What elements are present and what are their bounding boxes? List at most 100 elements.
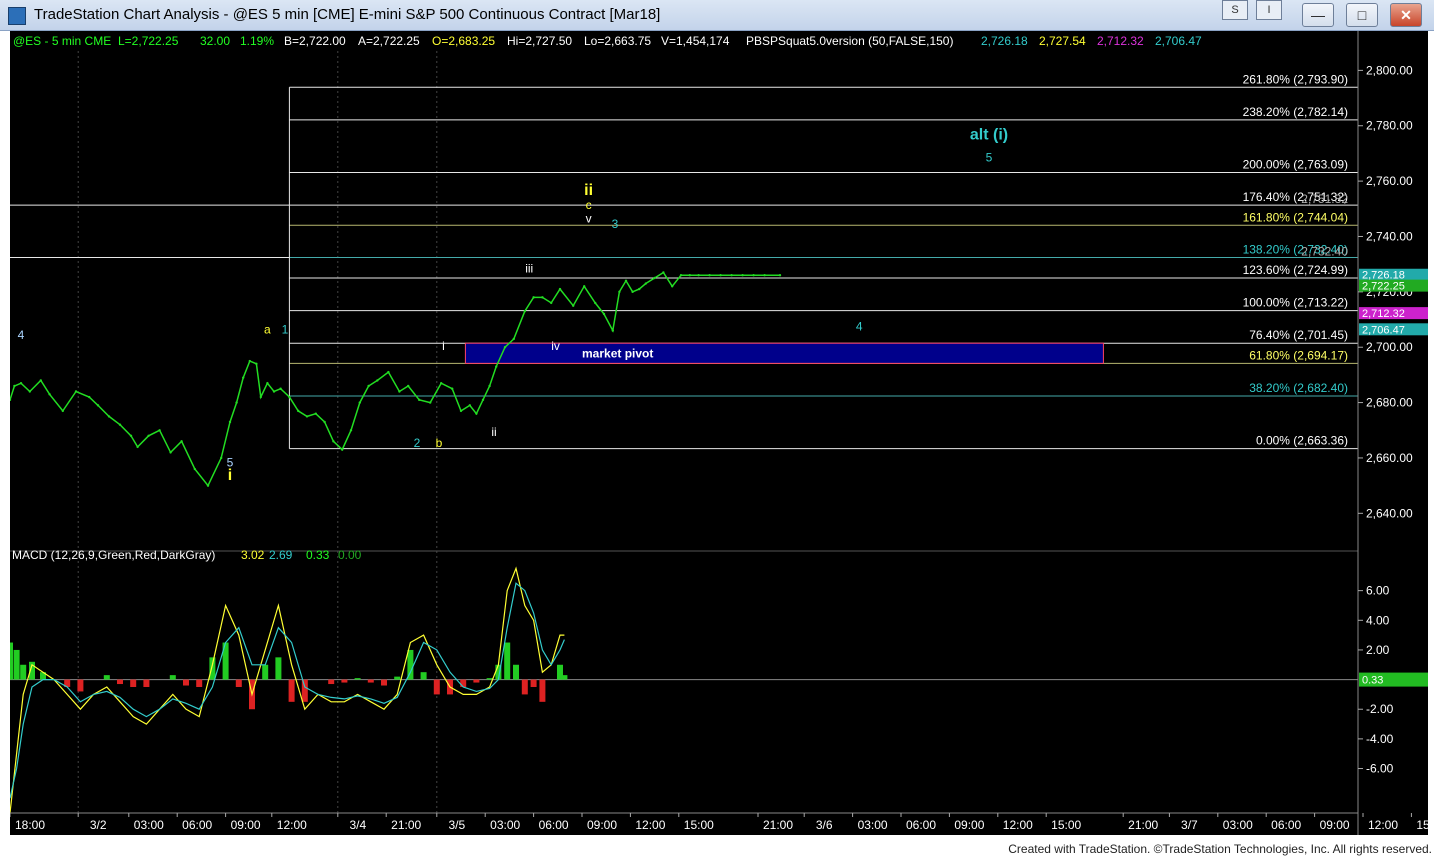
x-tick-label: 3/4	[349, 818, 366, 832]
macd-pane	[7, 550, 1358, 814]
price-point	[193, 467, 196, 471]
wave-label-15: 4	[856, 320, 863, 334]
x-tick-label: 3/5	[448, 818, 465, 832]
price-point	[468, 404, 471, 407]
price-point	[688, 274, 691, 277]
macd-value-1: 3.02	[241, 548, 265, 562]
price-point	[638, 287, 641, 291]
macd-value-3: 0.33	[306, 548, 330, 562]
macd-histogram-bar	[341, 679, 348, 683]
x-tick-label: 03:00	[134, 818, 164, 832]
info-menu-button[interactable]: I	[1256, 0, 1282, 20]
price-point	[248, 359, 251, 363]
macd-value-2: 2.69	[269, 548, 293, 562]
wave-label-9: iii	[525, 261, 533, 275]
price-point	[618, 290, 621, 294]
header-ask: A=2,722.25	[358, 34, 420, 48]
macd-histogram-bar	[504, 642, 511, 680]
price-y-tick-label: 2,700.00	[1366, 340, 1413, 354]
price-point	[752, 274, 755, 277]
price-point	[418, 398, 421, 402]
macd-histogram-bar	[460, 679, 467, 687]
macd-histogram-bar	[169, 675, 176, 680]
header-low: Lo=2,663.75	[584, 34, 651, 48]
wave-label-14: 3	[612, 217, 619, 231]
price-point	[376, 379, 379, 382]
fib-label-9: 61.80% (2,694.17)	[1249, 348, 1348, 362]
macd-histogram-bar	[209, 657, 216, 680]
price-point	[475, 412, 478, 415]
wave-label-16: alt (i)	[970, 127, 1008, 144]
macd-histogram-bar	[561, 675, 568, 680]
fib-label-6: 123.60% (2,724.99)	[1243, 263, 1348, 277]
price-y-tick-label: 2,680.00	[1366, 396, 1413, 410]
wave-label-5: i	[442, 339, 445, 353]
macd-y-tick-label: 2.00	[1366, 643, 1390, 657]
price-point	[147, 434, 150, 438]
header-last: L=2,722.25	[118, 34, 179, 48]
price-point	[730, 274, 733, 277]
close-button[interactable]: ✕	[1390, 3, 1422, 27]
price-point	[305, 415, 309, 418]
x-tick-label: 06:00	[182, 818, 212, 832]
price-point	[279, 387, 282, 390]
minimize-button[interactable]: —	[1302, 3, 1334, 27]
macd-histogram-bar	[7, 642, 13, 680]
style-menu-button[interactable]: S	[1222, 0, 1248, 20]
price-point	[495, 365, 498, 368]
market-pivot-box	[464, 342, 1104, 364]
maximize-button[interactable]: □	[1346, 3, 1378, 27]
wave-label-4: 1	[282, 322, 289, 336]
macd-histogram-bar	[20, 664, 27, 680]
header-ind-value-2: 2,727.54	[1039, 34, 1086, 48]
price-point	[644, 282, 647, 285]
price-point	[398, 390, 401, 393]
price-pane: 261.80% (2,793.90) 238.20% (2,782.14) 200.…	[8, 51, 1358, 813]
price-point	[662, 271, 665, 274]
price-point	[266, 382, 269, 385]
header-symbol: @ES - 5 min CME	[13, 34, 111, 48]
price-point	[679, 274, 683, 277]
price-point	[671, 285, 674, 288]
price-point	[314, 412, 317, 415]
price-point	[550, 301, 553, 305]
price-point	[341, 448, 344, 451]
chart-area[interactable]: 261.80% (2,793.90) 238.20% (2,782.14) 200.…	[7, 31, 1434, 835]
header-bid: B=2,722.00	[284, 34, 346, 48]
price-point	[708, 274, 711, 277]
market-pivot-label: market pivot	[582, 346, 653, 360]
wave-label-11: ii	[584, 182, 593, 199]
price-point	[741, 274, 744, 277]
price-point	[255, 362, 258, 366]
price-point	[129, 434, 133, 438]
wave-label-8: ii	[491, 425, 496, 439]
axes: 2,800.002,780.002,760.002,740.002,720.00…	[9, 31, 1434, 835]
wave-label-13: v	[586, 212, 592, 226]
macd-histogram-bar	[183, 679, 189, 686]
x-tick-label: 21:00	[763, 818, 793, 832]
macd-histogram-bar	[77, 679, 84, 692]
wave-label-12: c	[586, 198, 592, 212]
wave-label-17: 5	[986, 151, 993, 165]
macd-histogram-bar	[103, 675, 110, 680]
price-point	[349, 429, 353, 432]
price-point	[763, 274, 766, 277]
x-tick-label: 21:00	[1128, 818, 1158, 832]
price-point	[429, 401, 432, 404]
macd-histogram-bar	[301, 679, 308, 702]
wave-label-0: 4	[18, 328, 25, 342]
price-point	[136, 445, 139, 449]
price-tag-1: 2,722.25	[1362, 281, 1405, 293]
macd-histogram-bar	[473, 679, 480, 683]
price-y-tick-label: 2,740.00	[1366, 229, 1413, 243]
footer-copyright: Created with TradeStation. ©TradeStation…	[1008, 842, 1432, 856]
chart-canvas[interactable]: 261.80% (2,793.90) 238.20% (2,782.14) 200.…	[7, 31, 1434, 835]
macd-histogram-bar	[13, 649, 20, 680]
macd-signal-line	[9, 582, 565, 799]
fib-label-1: 238.20% (2,782.14)	[1243, 105, 1348, 119]
price-point	[594, 301, 597, 305]
price-point	[19, 382, 23, 385]
macd-histogram-bar	[196, 679, 203, 687]
header-ind-value-1: 2,726.18	[981, 34, 1028, 48]
header-change: 32.00	[200, 34, 230, 48]
